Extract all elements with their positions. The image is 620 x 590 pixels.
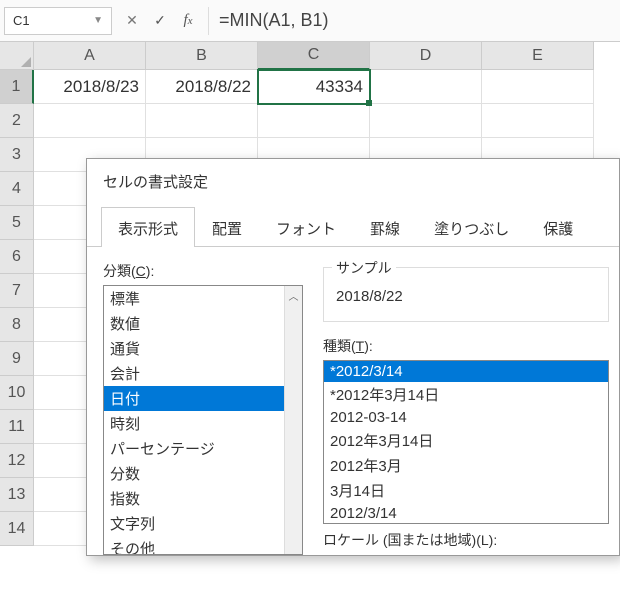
select-all-icon	[21, 57, 31, 67]
category-item[interactable]: 日付	[104, 386, 302, 411]
formula-bar: C1 ▼ ✕ ✓ fx =MIN(A1, B1)	[0, 0, 620, 42]
category-item[interactable]: 会計	[104, 361, 302, 386]
type-item[interactable]: 2012年3月14日	[324, 428, 608, 453]
fx-button[interactable]: fx	[174, 7, 202, 35]
type-item[interactable]: *2012年3月14日	[324, 382, 608, 407]
accept-formula-button[interactable]: ✓	[146, 7, 174, 35]
row-header-14[interactable]: 14	[0, 512, 34, 546]
scroll-up-icon[interactable]: ︿	[285, 286, 302, 304]
category-label: 分類(C):	[103, 261, 303, 281]
category-item[interactable]: 時刻	[104, 411, 302, 436]
formula-input[interactable]: =MIN(A1, B1)	[208, 7, 620, 35]
column-headers: ABCDE	[0, 42, 620, 70]
tab-3[interactable]: 罫線	[353, 207, 417, 247]
cell-C2[interactable]	[258, 104, 370, 138]
row-header-13[interactable]: 13	[0, 478, 34, 512]
column-header-C[interactable]: C	[258, 42, 370, 70]
type-item[interactable]: 2012/3/14	[324, 503, 608, 524]
category-item[interactable]: その他	[104, 536, 302, 555]
type-item[interactable]: 3月14日	[324, 478, 608, 503]
cell-D1[interactable]	[370, 70, 482, 104]
column-header-D[interactable]: D	[370, 42, 482, 70]
fx-icon: fx	[183, 12, 192, 29]
column-header-E[interactable]: E	[482, 42, 594, 70]
scrollbar[interactable]: ︿	[284, 286, 302, 554]
type-item[interactable]: 2012-03-14	[324, 407, 608, 428]
category-item[interactable]: パーセンテージ	[104, 436, 302, 461]
dialog-title: セルの書式設定	[87, 159, 619, 206]
category-item[interactable]: 通貨	[104, 336, 302, 361]
type-item[interactable]: 2012年3月	[324, 453, 608, 478]
cell-D2[interactable]	[370, 104, 482, 138]
row-header-5[interactable]: 5	[0, 206, 34, 240]
select-all-corner[interactable]	[0, 42, 34, 70]
sample-label: サンプル	[332, 258, 396, 278]
category-item[interactable]: 分数	[104, 461, 302, 486]
format-cells-dialog: セルの書式設定 表示形式配置フォント罫線塗りつぶし保護 分類(C): 標準数値通…	[86, 158, 620, 556]
tab-0[interactable]: 表示形式	[101, 207, 195, 247]
row-header-9[interactable]: 9	[0, 342, 34, 376]
type-label: 種類(T):	[323, 336, 609, 356]
row-header-4[interactable]: 4	[0, 172, 34, 206]
tab-2[interactable]: フォント	[259, 207, 353, 247]
type-item[interactable]: *2012/3/14	[324, 361, 608, 382]
category-item[interactable]: 文字列	[104, 511, 302, 536]
cell-A2[interactable]	[34, 104, 146, 138]
sample-box: サンプル 2018/8/22	[323, 267, 609, 322]
category-item[interactable]: 標準	[104, 286, 302, 311]
column-header-B[interactable]: B	[146, 42, 258, 70]
name-box[interactable]: C1 ▼	[4, 7, 112, 35]
tab-5[interactable]: 保護	[526, 207, 590, 247]
row-header-3[interactable]: 3	[0, 138, 34, 172]
cell-E2[interactable]	[482, 104, 594, 138]
cell-E1[interactable]	[482, 70, 594, 104]
category-listbox[interactable]: 標準数値通貨会計日付時刻パーセンテージ分数指数文字列その他ユーザー定義 ︿	[103, 285, 303, 555]
tab-1[interactable]: 配置	[195, 207, 259, 247]
dropdown-icon: ▼	[93, 15, 103, 26]
column-header-A[interactable]: A	[34, 42, 146, 70]
locale-label: ロケール (国または地域)(L):	[323, 530, 609, 550]
sample-value: 2018/8/22	[336, 288, 596, 305]
category-item[interactable]: 指数	[104, 486, 302, 511]
row-header-11[interactable]: 11	[0, 410, 34, 444]
cancel-formula-button[interactable]: ✕	[118, 7, 146, 35]
cell-C1[interactable]: 43334	[258, 70, 370, 104]
dialog-tabs: 表示形式配置フォント罫線塗りつぶし保護	[87, 206, 619, 247]
tab-4[interactable]: 塗りつぶし	[417, 207, 526, 247]
cell-A1[interactable]: 2018/8/23	[34, 70, 146, 104]
row-header-8[interactable]: 8	[0, 308, 34, 342]
name-box-value: C1	[13, 13, 30, 28]
row-header-7[interactable]: 7	[0, 274, 34, 308]
row-header-1[interactable]: 1	[0, 70, 34, 104]
cell-B2[interactable]	[146, 104, 258, 138]
row-header-6[interactable]: 6	[0, 240, 34, 274]
category-item[interactable]: 数値	[104, 311, 302, 336]
row-header-12[interactable]: 12	[0, 444, 34, 478]
row-header-10[interactable]: 10	[0, 376, 34, 410]
type-listbox[interactable]: *2012/3/14*2012年3月14日2012-03-142012年3月14…	[323, 360, 609, 524]
formula-text: =MIN(A1, B1)	[219, 10, 329, 31]
row-header-2[interactable]: 2	[0, 104, 34, 138]
cell-B1[interactable]: 2018/8/22	[146, 70, 258, 104]
